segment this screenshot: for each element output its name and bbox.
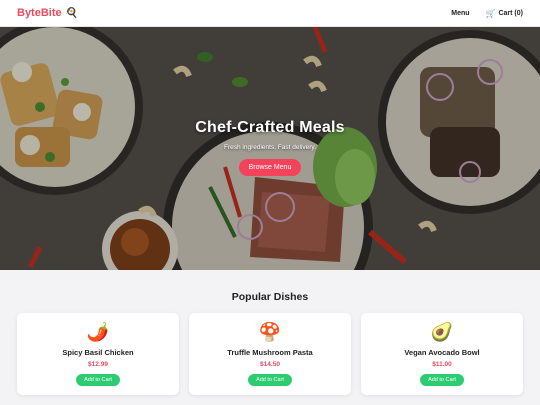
dish-price: $14.50 — [260, 361, 280, 368]
nav-links: Menu 🛒 Cart (0) — [451, 9, 523, 18]
browse-menu-button[interactable]: Browse Menu — [238, 159, 302, 176]
dish-card: 🌶️ Spicy Basil Chicken $12.99 Add to Car… — [17, 313, 179, 395]
dish-card: 🥑 Vegan Avocado Bowl $11.00 Add to Cart — [361, 313, 523, 395]
hero-content: Chef-Crafted Meals Fresh ingredients. Fa… — [0, 119, 540, 176]
dish-name: Vegan Avocado Bowl — [404, 348, 480, 357]
dish-cards: 🌶️ Spicy Basil Chicken $12.99 Add to Car… — [17, 313, 523, 395]
dish-name: Spicy Basil Chicken — [62, 348, 134, 357]
dish-card: 🍄 Truffle Mushroom Pasta $14.50 Add to C… — [189, 313, 351, 395]
add-to-cart-button[interactable]: Add to Cart — [248, 374, 292, 386]
cart-icon: 🛒 — [485, 8, 496, 18]
add-to-cart-button[interactable]: Add to Cart — [420, 374, 464, 386]
section-title: Popular Dishes — [231, 291, 309, 303]
frying-pan-icon: 🍳 — [65, 7, 79, 19]
avocado-icon: 🥑 — [430, 322, 454, 342]
cart-label: Cart (0) — [498, 9, 523, 17]
add-to-cart-button[interactable]: Add to Cart — [76, 374, 120, 386]
brand-logo[interactable]: ByteBite 🍳 — [17, 7, 78, 19]
nav-cart-link[interactable]: 🛒 Cart (0) — [486, 9, 523, 18]
chili-pepper-icon: 🌶️ — [86, 322, 110, 342]
dish-price: $11.00 — [432, 361, 452, 368]
mushroom-icon: 🍄 — [258, 322, 282, 342]
hero-title: Chef-Crafted Meals — [195, 119, 345, 136]
hero-subtitle: Fresh ingredients. Fast delivery. — [224, 144, 316, 151]
dish-name: Truffle Mushroom Pasta — [227, 348, 313, 357]
dish-price: $12.99 — [88, 361, 108, 368]
brand-name[interactable]: ByteBite — [17, 7, 62, 19]
nav-menu-link[interactable]: Menu — [451, 10, 469, 17]
hero-banner: Chef-Crafted Meals Fresh ingredients. Fa… — [0, 27, 540, 270]
top-nav-bar: ByteBite 🍳 Menu 🛒 Cart (0) — [0, 0, 540, 27]
popular-dishes-section: Popular Dishes 🌶️ Spicy Basil Chicken $1… — [0, 270, 540, 405]
